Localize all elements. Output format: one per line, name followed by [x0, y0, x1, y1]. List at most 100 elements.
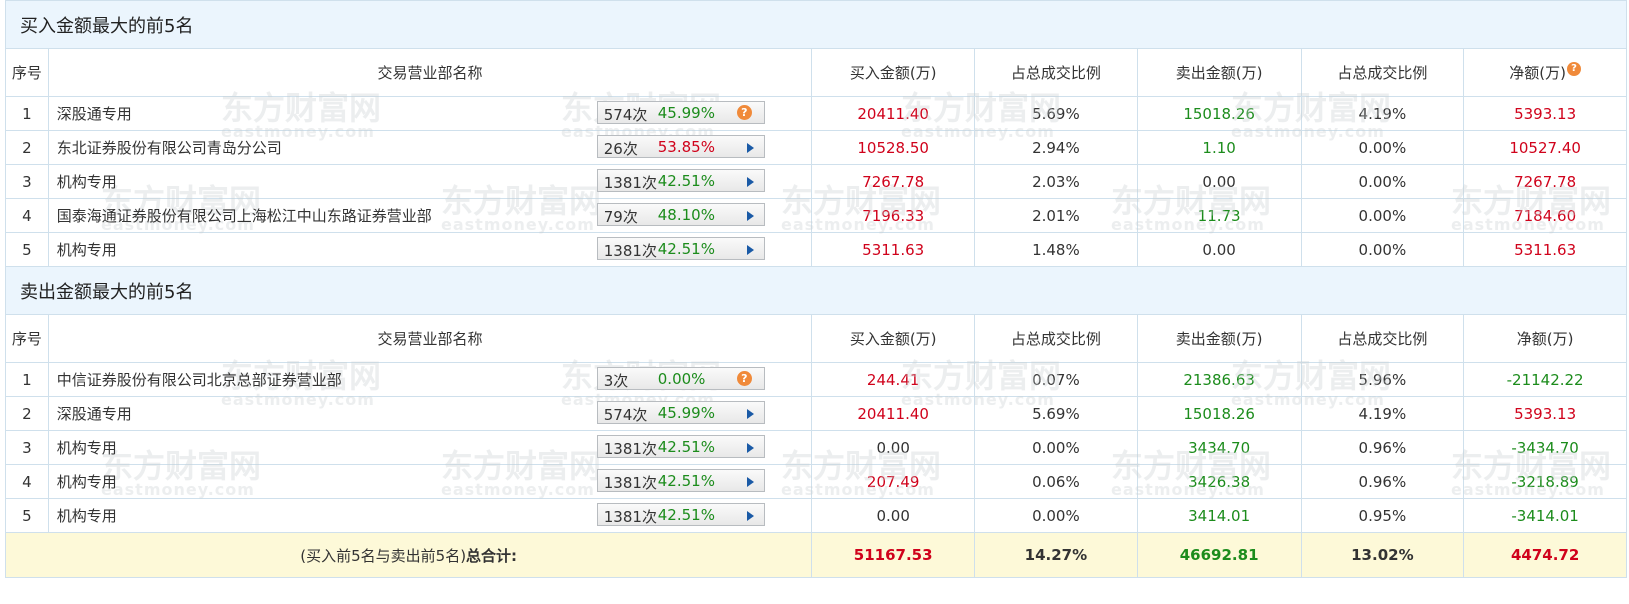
- sell-amount: 0.00: [1136, 164, 1302, 199]
- branch-success-pct: 48.10%: [657, 206, 715, 224]
- buy-amount: 207.49: [811, 464, 976, 499]
- table-row: 4 机构专用 1381次 42.51% 207.49 0.06% 3426.38…: [5, 464, 1627, 499]
- table-row: 2 深股通专用 574次 45.99% 20411.40 5.69% 15018…: [5, 396, 1627, 431]
- branch-stat-box[interactable]: 26次 53.85%: [596, 135, 765, 158]
- branch-name[interactable]: 深股通专用: [57, 103, 132, 124]
- header-index: 序号: [5, 48, 49, 97]
- net-amount: 7184.60: [1463, 198, 1627, 233]
- net-amount: 7267.78: [1463, 164, 1627, 199]
- branch-success-pct: 42.51%: [657, 472, 715, 490]
- table-row: 1 中信证券股份有限公司北京总部证券营业部 3次 0.00% ? 244.41 …: [5, 362, 1627, 397]
- table-row: 3 机构专用 1381次 42.51% 7267.78 2.03% 0.00 0…: [5, 164, 1627, 199]
- sell-amount: 15018.26: [1136, 96, 1302, 131]
- help-icon[interactable]: ?: [736, 371, 752, 386]
- branch-cell: 机构专用 1381次 42.51%: [47, 498, 813, 533]
- branch-stat-box[interactable]: 79次 48.10%: [596, 203, 765, 226]
- table-row: 2 东北证券股份有限公司青岛分公司 26次 53.85% 10528.50 2.…: [5, 130, 1627, 165]
- branch-name[interactable]: 国泰海通证券股份有限公司上海松江中山东路证券营业部: [57, 205, 432, 226]
- table-row: 5 机构专用 1381次 42.51% 5311.63 1.48% 0.00 0…: [5, 232, 1627, 267]
- branch-name[interactable]: 机构专用: [57, 239, 117, 260]
- branch-name[interactable]: 深股通专用: [57, 403, 132, 424]
- total-buy-ratio: 14.27%: [974, 532, 1138, 578]
- play-arrow-icon[interactable]: [746, 477, 754, 487]
- row-index: 2: [5, 396, 49, 431]
- buy-amount: 0.00: [811, 498, 976, 533]
- row-index: 5: [5, 232, 49, 267]
- buy-amount: 20411.40: [811, 96, 976, 131]
- branch-name[interactable]: 机构专用: [57, 171, 117, 192]
- row-index: 1: [5, 362, 49, 397]
- sell-ratio: 0.00%: [1300, 130, 1465, 165]
- buy-amount: 244.41: [811, 362, 976, 397]
- buy-ratio: 0.07%: [974, 362, 1138, 397]
- branch-stat-box[interactable]: 574次 45.99% ?: [596, 101, 765, 124]
- row-index: 3: [5, 164, 49, 199]
- branch-cell: 中信证券股份有限公司北京总部证券营业部 3次 0.00% ?: [47, 362, 813, 397]
- header-buy-ratio: 占总成交比例: [974, 48, 1138, 97]
- help-icon[interactable]: ?: [1566, 62, 1581, 76]
- header-net-amount: 净额(万): [1463, 314, 1627, 363]
- sell-amount: 3426.38: [1136, 464, 1302, 499]
- buy-ratio: 0.00%: [974, 498, 1138, 533]
- play-arrow-icon[interactable]: [746, 245, 754, 255]
- branch-name[interactable]: 东北证券股份有限公司青岛分公司: [57, 137, 282, 158]
- branch-count: 1381次: [603, 174, 657, 192]
- sell-amount: 3434.70: [1136, 430, 1302, 465]
- header-sell-ratio: 占总成交比例: [1300, 48, 1465, 97]
- branch-success-pct: 42.51%: [657, 172, 715, 190]
- header-sell-ratio: 占总成交比例: [1300, 314, 1465, 363]
- branch-cell: 机构专用 1381次 42.51%: [47, 232, 813, 267]
- branch-stat-box[interactable]: 574次 45.99%: [596, 401, 765, 424]
- play-arrow-icon[interactable]: [746, 409, 754, 419]
- sell-amount: 0.00: [1136, 232, 1302, 267]
- play-arrow-icon[interactable]: [746, 211, 754, 221]
- sell-amount: 15018.26: [1136, 396, 1302, 431]
- sell-amount: 3414.01: [1136, 498, 1302, 533]
- branch-cell: 东北证券股份有限公司青岛分公司 26次 53.85%: [47, 130, 813, 165]
- sell-ratio: 0.00%: [1300, 164, 1465, 199]
- branch-name[interactable]: 机构专用: [57, 471, 117, 492]
- play-arrow-icon[interactable]: [746, 177, 754, 187]
- branch-cell: 机构专用 1381次 42.51%: [47, 164, 813, 199]
- branch-stat-box[interactable]: 1381次 42.51%: [596, 469, 765, 492]
- sell-header-row: 序号 交易营业部名称 买入金额(万) 占总成交比例 卖出金额(万) 占总成交比例…: [5, 314, 1627, 363]
- table-row: 4 国泰海通证券股份有限公司上海松江中山东路证券营业部 79次 48.10% 7…: [5, 198, 1627, 233]
- net-amount: -3218.89: [1463, 464, 1627, 499]
- buy-amount: 20411.40: [811, 396, 976, 431]
- branch-success-pct: 45.99%: [657, 404, 715, 422]
- branch-stat-box[interactable]: 1381次 42.51%: [596, 435, 765, 458]
- play-arrow-icon[interactable]: [746, 443, 754, 453]
- net-amount: -3434.70: [1463, 430, 1627, 465]
- help-icon[interactable]: ?: [736, 105, 752, 120]
- header-branch-name: 交易营业部名称: [47, 48, 813, 97]
- sell-amount: 11.73: [1136, 198, 1302, 233]
- play-arrow-icon[interactable]: [746, 511, 754, 521]
- branch-count: 79次: [603, 208, 638, 226]
- buy-ratio: 0.06%: [974, 464, 1138, 499]
- header-buy-amount: 买入金额(万): [811, 314, 976, 363]
- branch-name[interactable]: 机构专用: [57, 437, 117, 458]
- total-label: (买入前5名与卖出前5名)总合计:: [4, 532, 813, 578]
- branch-count: 1381次: [603, 474, 657, 492]
- sell-section-title-row: 卖出金额最大的前5名: [5, 266, 1627, 315]
- play-arrow-icon[interactable]: [746, 143, 754, 153]
- branch-stat-box[interactable]: 3次 0.00% ?: [596, 367, 765, 390]
- branch-success-pct: 0.00%: [657, 370, 706, 388]
- sell-ratio: 0.96%: [1300, 430, 1465, 465]
- buy-amount: 5311.63: [811, 232, 976, 267]
- branch-stat-box[interactable]: 1381次 42.51%: [596, 169, 765, 192]
- branch-name[interactable]: 中信证券股份有限公司北京总部证券营业部: [57, 369, 342, 390]
- branch-stat-box[interactable]: 1381次 42.51%: [596, 503, 765, 526]
- branch-count: 574次: [603, 106, 648, 124]
- header-branch-name: 交易营业部名称: [47, 314, 813, 363]
- branch-stat-box[interactable]: 1381次 42.51%: [596, 237, 765, 260]
- buy-section-title-row: 买入金额最大的前5名: [5, 0, 1627, 49]
- net-amount: 5393.13: [1463, 396, 1627, 431]
- sell-ratio: 5.96%: [1300, 362, 1465, 397]
- total-label-bold: 总合计:: [466, 546, 518, 565]
- branch-name[interactable]: 机构专用: [57, 505, 117, 526]
- table-row: 3 机构专用 1381次 42.51% 0.00 0.00% 3434.70 0…: [5, 430, 1627, 465]
- buy-ratio: 5.69%: [974, 396, 1138, 431]
- buy-amount: 7196.33: [811, 198, 976, 233]
- buy-amount: 0.00: [811, 430, 976, 465]
